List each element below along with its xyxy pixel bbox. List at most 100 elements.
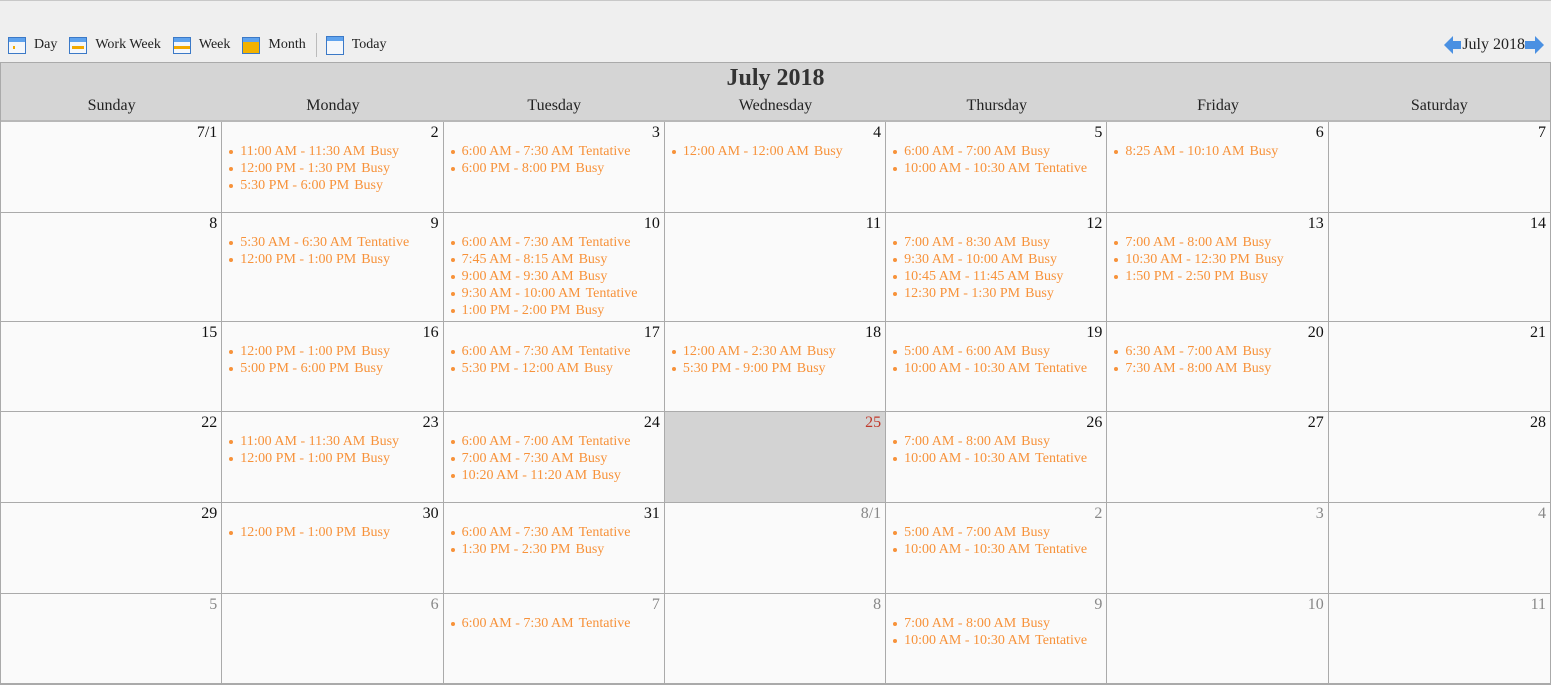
day-cell[interactable]: 24 6:00 AM - 7:00 AM Tentative 7:00 AM - 7:… <box>443 412 665 503</box>
day-cell[interactable]: 7/1 <box>1 122 223 213</box>
day-cell[interactable]: 6 8:25 AM - 10:10 AM Busy <box>1107 122 1329 213</box>
previous-month-arrow-icon[interactable] <box>1444 36 1462 54</box>
day-cell[interactable]: 6 <box>222 594 444 684</box>
calendar-event[interactable]: 5:30 AM - 6:30 AM Tentative <box>229 234 442 251</box>
day-cell[interactable]: 12 7:00 AM - 8:30 AM Busy 9:30 AM - 10:00 A… <box>886 213 1108 322</box>
event-time: 7:00 AM - 8:00 AM <box>904 616 1017 631</box>
day-cell[interactable]: 14 <box>1328 213 1550 322</box>
calendar-event[interactable]: 12:00 PM - 1:00 PM Busy <box>229 343 442 360</box>
day-cell[interactable]: 9 7:00 AM - 8:00 AM Busy 10:00 AM - 10:30 A… <box>886 594 1108 684</box>
calendar-event[interactable]: 12:00 AM - 2:30 AM Busy <box>671 343 885 360</box>
calendar-event[interactable]: 7:00 AM - 7:30 AM Busy <box>450 450 664 467</box>
calendar-event[interactable]: 7:30 AM - 8:00 AM Busy <box>1114 360 1327 377</box>
day-cell[interactable]: 8 <box>664 594 887 684</box>
day-cell[interactable]: 28 <box>1328 412 1550 503</box>
calendar-event[interactable]: 9:30 AM - 10:00 AM Tentative <box>450 285 664 302</box>
calendar-event[interactable]: 6:00 PM - 8:00 PM Busy <box>450 160 664 177</box>
day-cell[interactable]: 21 <box>1328 322 1550 412</box>
calendar-event[interactable]: 6:30 AM - 7:00 AM Busy <box>1114 343 1327 360</box>
day-cell[interactable]: 20 6:30 AM - 7:00 AM Busy 7:30 AM - 8:00 AM… <box>1107 322 1329 412</box>
day-cell[interactable]: 7 6:00 AM - 7:30 AM Tentative <box>443 594 665 684</box>
day-cell[interactable]: 7 <box>1328 122 1550 213</box>
day-cell[interactable]: 13 7:00 AM - 8:00 AM Busy 10:30 AM - 12:30 … <box>1107 213 1329 322</box>
calendar-event[interactable]: 12:30 PM - 1:30 PM Busy <box>893 285 1106 302</box>
day-cell[interactable]: 31 6:00 AM - 7:30 AM Tentative 1:30 PM - 2:… <box>443 503 665 594</box>
day-cell[interactable]: 2 11:00 AM - 11:30 AM Busy 12:00 PM - 1:30 … <box>222 122 444 213</box>
calendar-event[interactable]: 6:00 AM - 7:30 AM Tentative <box>450 143 664 160</box>
calendar-event[interactable]: 7:00 AM - 8:00 AM Busy <box>1114 234 1327 251</box>
calendar-event[interactable]: 9:30 AM - 10:00 AM Busy <box>893 251 1106 268</box>
day-cell[interactable]: 11 <box>1328 594 1550 684</box>
day-cell[interactable]: 18 12:00 AM - 2:30 AM Busy 5:30 PM - 9:00 P… <box>664 322 887 412</box>
calendar-event[interactable]: 6:00 AM - 7:00 AM Busy <box>893 143 1106 160</box>
calendar-event[interactable]: 9:00 AM - 9:30 AM Busy <box>450 268 664 285</box>
calendar-event[interactable]: 5:30 PM - 12:00 AM Busy <box>450 360 664 377</box>
calendar-event[interactable]: 12:00 AM - 12:00 AM Busy <box>671 143 885 160</box>
day-cell[interactable]: 4 <box>1328 503 1550 594</box>
calendar-event[interactable]: 1:50 PM - 2:50 PM Busy <box>1114 268 1327 285</box>
today-day-cell[interactable]: 25 <box>664 412 887 503</box>
day-cell[interactable]: 17 6:00 AM - 7:30 AM Tentative 5:30 PM - 12… <box>443 322 665 412</box>
day-cell[interactable]: 26 7:00 AM - 8:00 AM Busy 10:00 AM - 10:30 … <box>886 412 1108 503</box>
day-view-button[interactable]: Day <box>8 36 57 54</box>
day-cell[interactable]: 4 12:00 AM - 12:00 AM Busy <box>664 122 887 213</box>
day-cell[interactable]: 16 12:00 PM - 1:00 PM Busy 5:00 PM - 6:00 P… <box>222 322 444 412</box>
calendar-event[interactable]: 10:00 AM - 10:30 AM Tentative <box>893 160 1106 177</box>
day-cell[interactable]: 2 5:00 AM - 7:00 AM Busy 10:00 AM - 10:30 A… <box>886 503 1108 594</box>
calendar-event[interactable]: 7:00 AM - 8:00 AM Busy <box>893 615 1106 632</box>
calendar-event[interactable]: 1:00 PM - 2:00 PM Busy <box>450 302 664 319</box>
day-cell[interactable]: 10 6:00 AM - 7:30 AM Tentative 7:45 AM - 8:… <box>443 213 665 322</box>
work-week-view-button[interactable]: Work Week <box>69 36 161 54</box>
calendar-event[interactable]: 7:00 AM - 8:00 AM Busy <box>893 433 1106 450</box>
calendar-event[interactable]: 10:00 AM - 10:30 AM Tentative <box>893 541 1106 558</box>
calendar-event[interactable]: 12:00 PM - 1:00 PM Busy <box>229 450 442 467</box>
calendar-event[interactable]: 5:00 AM - 7:00 AM Busy <box>893 524 1106 541</box>
calendar-event[interactable]: 12:00 PM - 1:00 PM Busy <box>229 251 442 268</box>
day-cell[interactable]: 27 <box>1107 412 1329 503</box>
calendar-event[interactable]: 10:45 AM - 11:45 AM Busy <box>893 268 1106 285</box>
calendar-event[interactable]: 11:00 AM - 11:30 AM Busy <box>229 433 442 450</box>
day-cell[interactable]: 29 <box>1 503 223 594</box>
calendar-event[interactable]: 10:00 AM - 10:30 AM Tentative <box>893 632 1106 649</box>
event-status: Tentative <box>578 525 631 540</box>
day-cell[interactable]: 11 <box>664 213 887 322</box>
month-view-button[interactable]: Month <box>242 36 306 54</box>
day-cell[interactable]: 23 11:00 AM - 11:30 AM Busy 12:00 PM - 1:00… <box>222 412 444 503</box>
calendar-event[interactable]: 8:25 AM - 10:10 AM Busy <box>1114 143 1327 160</box>
day-cell[interactable]: 3 <box>1107 503 1329 594</box>
day-cell[interactable]: 19 5:00 AM - 6:00 AM Busy 10:00 AM - 10:30 … <box>886 322 1108 412</box>
calendar-event[interactable]: 6:00 AM - 7:30 AM Tentative <box>450 615 664 632</box>
day-cell[interactable]: 30 12:00 PM - 1:00 PM Busy <box>222 503 444 594</box>
calendar-event[interactable]: 11:00 AM - 11:30 AM Busy <box>229 143 442 160</box>
day-cell[interactable]: 3 6:00 AM - 7:30 AM Tentative 6:00 PM - 8:0… <box>443 122 665 213</box>
today-button[interactable]: Today <box>325 35 387 55</box>
calendar-event[interactable]: 12:00 PM - 1:30 PM Busy <box>229 160 442 177</box>
calendar-event[interactable]: 7:00 AM - 8:30 AM Busy <box>893 234 1106 251</box>
day-cell[interactable]: 15 <box>1 322 223 412</box>
calendar-event[interactable]: 5:30 PM - 9:00 PM Busy <box>671 360 885 377</box>
next-month-arrow-icon[interactable] <box>1525 36 1544 54</box>
calendar-event[interactable]: 5:00 AM - 6:00 AM Busy <box>893 343 1106 360</box>
calendar-event[interactable]: 5:30 PM - 6:00 PM Busy <box>229 177 442 194</box>
calendar-event[interactable]: 7:45 AM - 8:15 AM Busy <box>450 251 664 268</box>
calendar-event[interactable]: 6:00 AM - 7:30 AM Tentative <box>450 524 664 541</box>
day-cell[interactable]: 5 <box>1 594 223 684</box>
day-cell[interactable]: 10 <box>1107 594 1329 684</box>
calendar-event[interactable]: 1:30 PM - 2:30 PM Busy <box>450 541 664 558</box>
calendar-event[interactable]: 10:20 AM - 11:20 AM Busy <box>450 467 664 484</box>
day-cell[interactable]: 9 5:30 AM - 6:30 AM Tentative 12:00 PM - 1:… <box>222 213 444 322</box>
calendar-event[interactable]: 5:00 PM - 6:00 PM Busy <box>229 360 442 377</box>
calendar-event[interactable]: 6:00 AM - 7:30 AM Tentative <box>450 343 664 360</box>
calendar-event[interactable]: 10:00 AM - 10:30 AM Tentative <box>893 360 1106 377</box>
day-cell[interactable]: 5 6:00 AM - 7:00 AM Busy 10:00 AM - 10:30 A… <box>886 122 1108 213</box>
calendar-event[interactable]: 6:00 AM - 7:00 AM Tentative <box>450 433 664 450</box>
day-cell[interactable]: 8 <box>1 213 223 322</box>
day-number: 8/1 <box>860 505 882 522</box>
calendar-event[interactable]: 10:00 AM - 10:30 AM Tentative <box>893 450 1106 467</box>
day-cell[interactable]: 8/1 <box>664 503 887 594</box>
calendar-event[interactable]: 12:00 PM - 1:00 PM Busy <box>229 524 442 541</box>
day-cell[interactable]: 22 <box>1 412 223 503</box>
week-view-button[interactable]: Week <box>172 36 230 54</box>
calendar-event[interactable]: 10:30 AM - 12:30 PM Busy <box>1114 251 1327 268</box>
calendar-event[interactable]: 6:00 AM - 7:30 AM Tentative <box>450 234 664 251</box>
